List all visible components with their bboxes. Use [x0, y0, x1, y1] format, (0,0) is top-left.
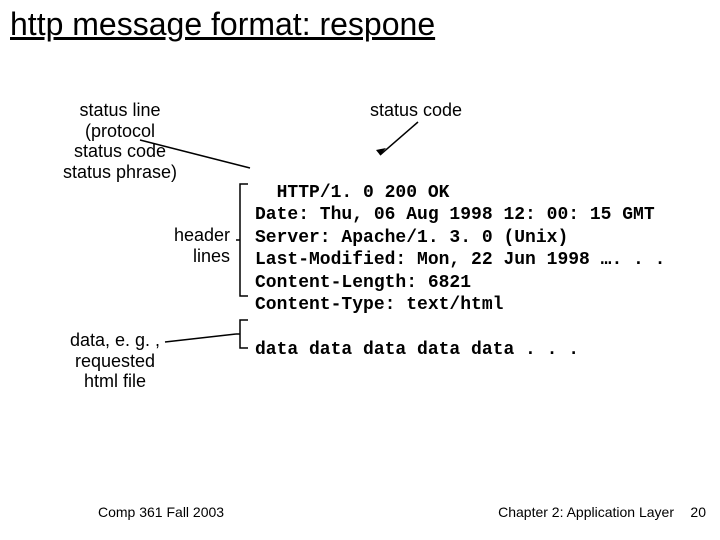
code-header-date: Date: Thu, 06 Aug 1998 12: 00: 15 GMT: [255, 205, 655, 225]
label-data-l2: requested: [75, 351, 155, 371]
label-status-line-l3: status code: [74, 141, 166, 161]
label-data-l1: data, e. g. ,: [70, 330, 160, 350]
http-response-code: HTTP/1. 0 200 OK Date: Thu, 06 Aug 1998 …: [255, 159, 665, 362]
code-body: data data data data data . . .: [255, 340, 579, 360]
label-status-code: status code: [370, 100, 462, 121]
label-header-l2: lines: [193, 246, 230, 266]
footer-chapter: Chapter 2: Application Layer: [498, 504, 674, 520]
label-status-line-l4: status phrase): [63, 162, 177, 182]
label-status-line-l1: status line: [79, 100, 160, 120]
label-data: data, e. g. , requested html file: [55, 330, 175, 392]
slide-title: http message format: respone: [10, 6, 435, 43]
code-header-server: Server: Apache/1. 3. 0 (Unix): [255, 228, 568, 248]
label-header-lines: header lines: [160, 225, 230, 266]
label-data-l3: html file: [84, 371, 146, 391]
label-status-line: status line (protocol status code status…: [55, 100, 185, 183]
code-header-length: Content-Length: 6821: [255, 273, 471, 293]
label-header-l1: header: [174, 225, 230, 245]
code-header-type: Content-Type: text/html: [255, 295, 503, 315]
footer-course: Comp 361 Fall 2003: [98, 504, 224, 520]
label-status-line-l2: (protocol: [85, 121, 155, 141]
code-header-lastmod: Last-Modified: Mon, 22 Jun 1998 …. . .: [255, 250, 665, 270]
page-number: 20: [690, 504, 706, 520]
code-status-line: HTTP/1. 0 200 OK: [277, 183, 450, 203]
